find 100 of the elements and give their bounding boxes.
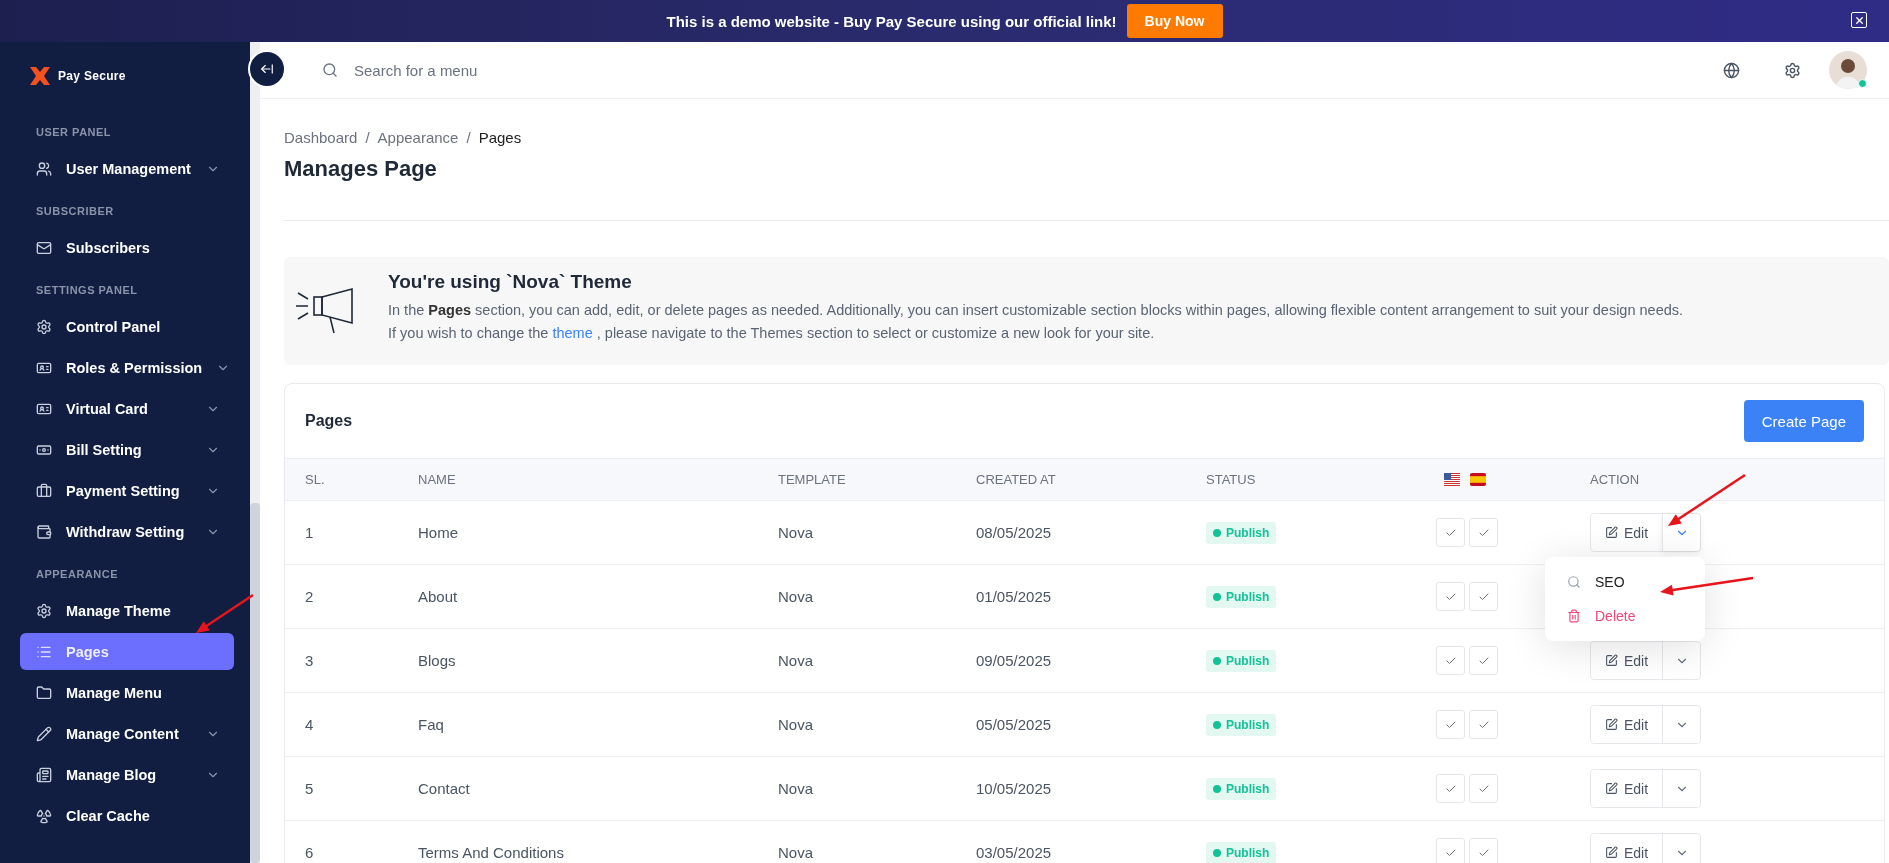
collapse-arrow-icon: [260, 62, 274, 76]
annotation-arrow: [196, 593, 254, 633]
online-dot: [1858, 79, 1867, 88]
menu-icon: [36, 523, 52, 540]
table-cell: 05/05/2025: [956, 693, 1186, 757]
status-badge: Publish: [1206, 777, 1277, 800]
menu-item[interactable]: Delete: [1545, 599, 1705, 633]
spain-flag-icon: [1470, 473, 1486, 486]
collapse-sidebar-button[interactable]: [248, 50, 286, 88]
table-cell: Nova: [758, 821, 956, 863]
menu-icon: [36, 725, 52, 742]
breadcrumb-link[interactable]: Dashboard: [284, 129, 358, 146]
info-title: You're using `Nova` Theme: [388, 271, 633, 293]
table-cell: 08/05/2025: [956, 501, 1186, 565]
column-header: SL.: [285, 458, 398, 501]
check-button[interactable]: [1469, 518, 1498, 547]
table-cell: 09/05/2025: [956, 629, 1186, 693]
create-page-button[interactable]: Create Page: [1743, 400, 1864, 442]
column-header: ACTION: [1570, 458, 1884, 501]
table-cell: Nova: [758, 501, 956, 565]
status-badge: Publish: [1206, 649, 1277, 672]
check-button[interactable]: [1436, 774, 1465, 803]
menu-icon: [36, 318, 52, 335]
table-cell: Terms And Conditions: [398, 821, 758, 863]
search-icon: [1567, 575, 1581, 589]
sidebar-item[interactable]: Payment Setting: [20, 472, 234, 509]
edit-icon: [1605, 846, 1618, 859]
menu-icon: [36, 239, 52, 256]
info-text: If you wish to change the theme , please navigate to the Themes section to select or customize a new look for your site.: [388, 324, 1156, 343]
section-heading: APPEARANCE: [35, 567, 119, 582]
sidebar-item[interactable]: Manage Blog: [20, 756, 234, 793]
table-cell: Contact: [398, 757, 758, 821]
globe-icon[interactable]: [1723, 61, 1740, 79]
sidebar-item[interactable]: Clear Cache: [20, 797, 234, 834]
menu-icon: [36, 482, 52, 499]
dropdown-toggle[interactable]: [1662, 706, 1701, 743]
breadcrumb-separator: /: [365, 129, 370, 146]
table-cell: Nova: [758, 629, 956, 693]
dropdown-toggle[interactable]: [1662, 642, 1701, 679]
page-title: Manages Page: [284, 156, 438, 182]
dropdown-toggle[interactable]: [1662, 770, 1701, 807]
scrollbar-thumb[interactable]: [250, 503, 260, 863]
menu-item[interactable]: SEO: [1545, 565, 1705, 599]
sidebar-item[interactable]: Subscribers: [20, 229, 234, 266]
table-cell: Blogs: [398, 629, 758, 693]
column-header: NAME: [398, 458, 758, 501]
menu-icon: [36, 160, 52, 177]
check-button[interactable]: [1436, 646, 1465, 675]
card-title: Pages: [305, 412, 353, 430]
edit-icon: [1605, 526, 1618, 539]
breadcrumb-link[interactable]: Appearance: [377, 129, 459, 146]
table-cell: Nova: [758, 693, 956, 757]
section-heading: SETTINGS PANEL: [35, 283, 139, 298]
check-button[interactable]: [1469, 582, 1498, 611]
check-button[interactable]: [1436, 838, 1465, 863]
table-cell: 3: [285, 629, 398, 693]
check-button[interactable]: [1436, 582, 1465, 611]
sidebar-item[interactable]: Manage Content: [20, 715, 234, 752]
sidebar-item[interactable]: Roles & Permission: [20, 349, 234, 386]
sidebar-item[interactable]: Manage Menu: [20, 674, 234, 711]
sidebar-item[interactable]: Withdraw Setting: [20, 513, 234, 550]
status-badge: Publish: [1206, 841, 1277, 863]
logo-text: Pay Secure: [58, 69, 126, 83]
status-badge: Publish: [1206, 521, 1277, 544]
menu-icon: [36, 766, 52, 783]
check-button[interactable]: [1469, 838, 1498, 863]
sidebar-item[interactable]: Manage Theme: [20, 592, 234, 629]
edit-icon: [1605, 782, 1618, 795]
avatar[interactable]: [1829, 51, 1867, 89]
table-cell: 01/05/2025: [956, 565, 1186, 629]
check-button[interactable]: [1436, 710, 1465, 739]
breadcrumb-separator: /: [466, 129, 471, 146]
close-icon[interactable]: [1851, 12, 1867, 28]
table-cell: About: [398, 565, 758, 629]
table-cell: Nova: [758, 565, 956, 629]
edit-icon: [1605, 654, 1618, 667]
column-header: STATUS: [1186, 458, 1436, 501]
check-button[interactable]: [1469, 710, 1498, 739]
sidebar-item[interactable]: User Management: [20, 150, 234, 187]
sidebar-item[interactable]: Virtual Card: [20, 390, 234, 427]
table-cell: Home: [398, 501, 758, 565]
check-button[interactable]: [1469, 646, 1498, 675]
status-badge: Publish: [1206, 713, 1277, 736]
settings-icon[interactable]: [1784, 61, 1801, 79]
table-cell: Nova: [758, 757, 956, 821]
table-cell: 03/05/2025: [956, 821, 1186, 863]
banner-text: This is a demo website - Buy Pay Secure using our official link!: [666, 12, 1117, 30]
theme-link[interactable]: theme: [552, 325, 593, 341]
check-button[interactable]: [1469, 774, 1498, 803]
table-cell: Faq: [398, 693, 758, 757]
column-header: TEMPLATE: [758, 458, 956, 501]
dropdown-toggle[interactable]: [1662, 514, 1701, 551]
info-text: In the Pages section, you can add, edit, or delete pages as needed. Additionally, you can insert customizable section blocks within pages, allowing flexible content arrangement to suit your design needs.: [388, 301, 1684, 320]
check-button[interactable]: [1436, 518, 1465, 547]
sidebar-item[interactable]: Bill Setting: [20, 431, 234, 468]
sidebar-item[interactable]: Control Panel: [20, 308, 234, 345]
dropdown-toggle[interactable]: [1662, 834, 1701, 863]
us-flag-icon: [1444, 473, 1460, 486]
column-header: CREATED AT: [956, 458, 1186, 501]
table-cell: 6: [285, 821, 398, 863]
